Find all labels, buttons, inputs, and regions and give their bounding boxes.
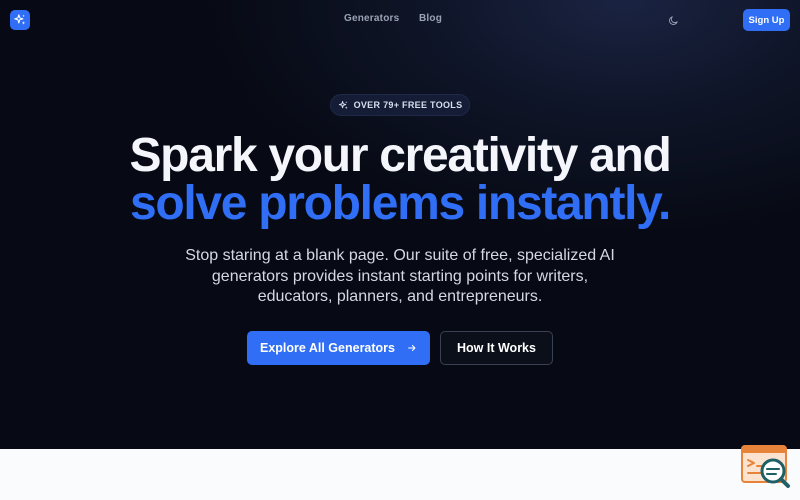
moon-icon: [668, 15, 678, 25]
next-section: [0, 449, 800, 500]
how-it-works-button[interactable]: How It Works: [440, 331, 553, 365]
badge-text: OVER 79+ FREE TOOLS: [353, 100, 463, 110]
explore-generators-button[interactable]: Explore All Generators: [247, 331, 430, 365]
sparkles-icon: [14, 14, 26, 25]
chat-widget-button[interactable]: [740, 444, 792, 490]
headline-line-2: solve problems instantly.: [129, 177, 671, 230]
hero-headline: Spark your creativity and solve problems…: [0, 132, 800, 228]
signup-button[interactable]: Sign Up: [743, 9, 790, 31]
chat-search-icon: [741, 445, 790, 488]
sparkles-icon: [338, 100, 348, 109]
nav-link-blog[interactable]: Blog: [419, 13, 442, 24]
hero-section: Generators Blog Sign Up OVER 79+ FREE TO…: [0, 0, 800, 449]
arrow-right-icon: [408, 344, 416, 352]
logo[interactable]: [10, 10, 30, 30]
headline-line-1: Spark your creativity and: [129, 129, 671, 182]
hero-subtitle: Stop staring at a blank page. Our suite …: [185, 247, 615, 305]
explore-generators-label: Explore All Generators: [260, 341, 395, 355]
nav-link-generators[interactable]: Generators: [344, 13, 399, 24]
tools-count-badge: OVER 79+ FREE TOOLS: [330, 94, 470, 116]
theme-toggle[interactable]: [666, 13, 680, 27]
